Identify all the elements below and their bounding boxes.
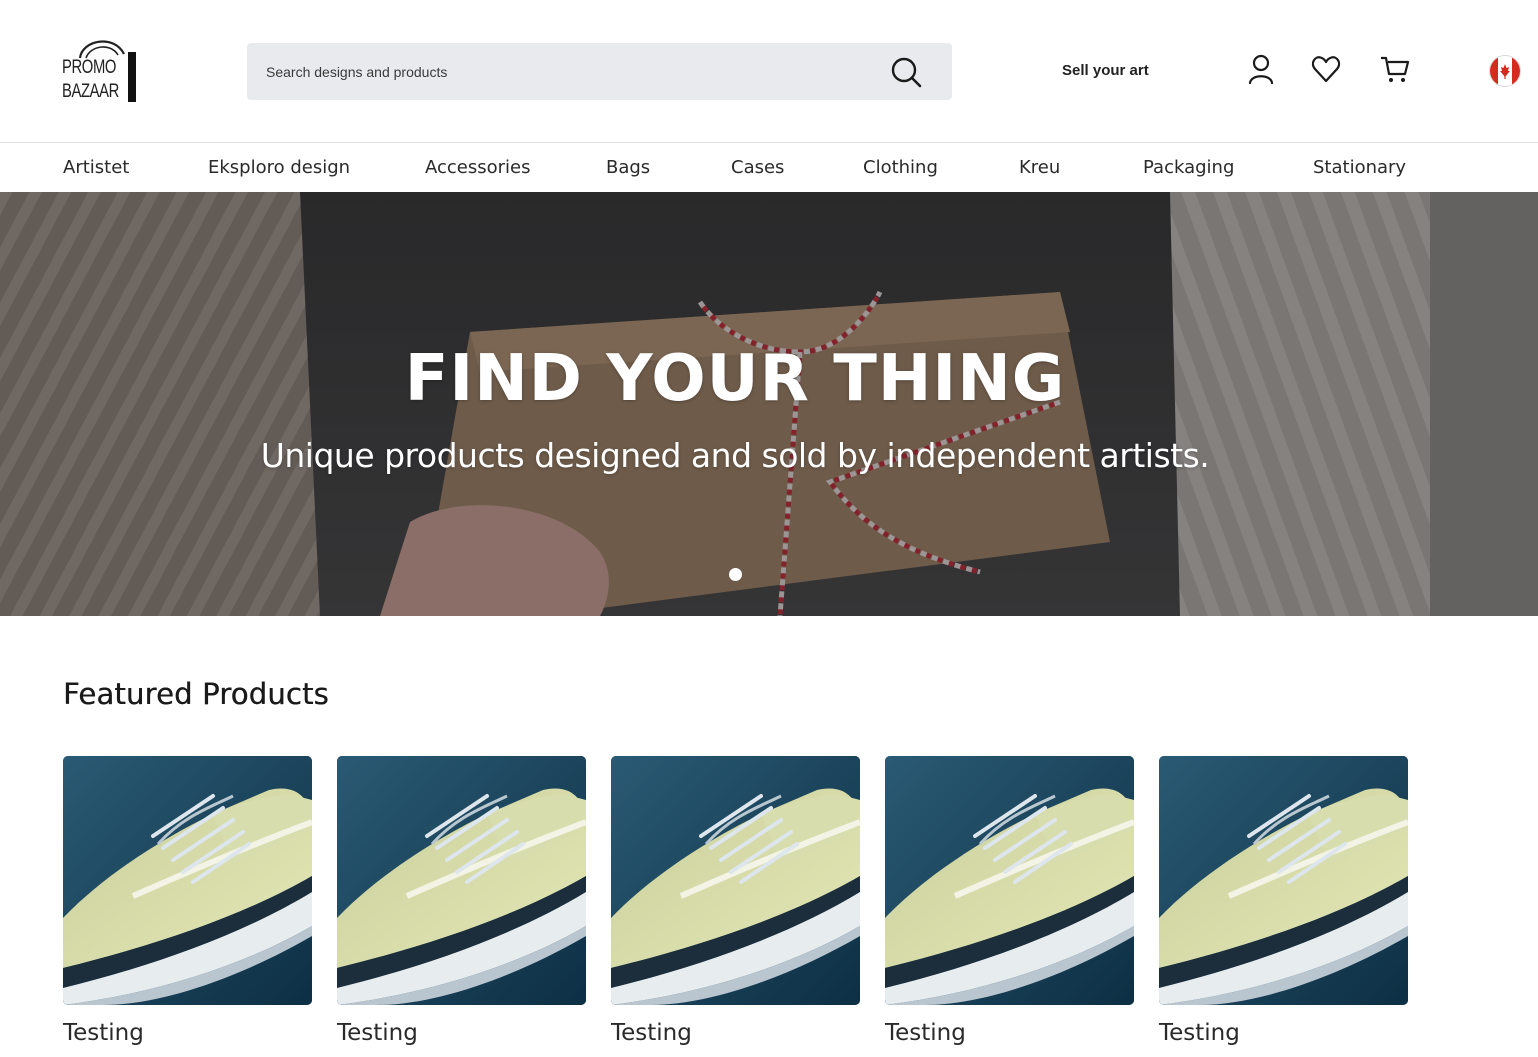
nav-item-accessories[interactable]: Accessories	[425, 157, 531, 178]
promo-bazaar-logo[interactable]: PROMO BAZAAR	[62, 36, 140, 104]
product-name[interactable]: Testing	[337, 1020, 586, 1046]
account-button[interactable]	[1246, 54, 1276, 84]
sneaker-photo	[337, 756, 586, 1005]
product-card[interactable]: Testing	[337, 756, 586, 1046]
product-name[interactable]: Testing	[885, 1020, 1134, 1046]
featured-products-heading: Featured Products	[63, 677, 329, 711]
country-selector[interactable]	[1490, 56, 1520, 86]
product-name[interactable]: Testing	[611, 1020, 860, 1046]
nav-item-eksploro[interactable]: Eksploro design	[208, 157, 350, 178]
category-nav: Artistet Eksploro design Accessories Bag…	[0, 144, 1538, 192]
hero-title: FIND YOUR THING	[404, 342, 1066, 416]
product-card[interactable]: Testing	[885, 756, 1134, 1046]
search-input[interactable]	[247, 43, 877, 100]
hero-banner: FIND YOUR THING Unique products designed…	[0, 192, 1538, 616]
logo-line-2: BAZAAR	[62, 81, 119, 102]
search-bar	[247, 43, 952, 100]
canada-flag-icon	[1490, 56, 1520, 86]
product-image[interactable]	[611, 756, 860, 1005]
product-card[interactable]: Testing	[63, 756, 312, 1046]
nav-item-kreu[interactable]: Kreu	[1019, 157, 1060, 178]
nav-item-artistet[interactable]: Artistet	[63, 157, 129, 178]
hero-subtitle: Unique products designed and sold by ind…	[260, 436, 1210, 475]
nav-item-packaging[interactable]: Packaging	[1143, 157, 1234, 178]
cart-button[interactable]	[1380, 54, 1410, 84]
carousel-dot-active[interactable]	[729, 568, 742, 581]
product-image[interactable]	[885, 756, 1134, 1005]
nav-item-clothing[interactable]: Clothing	[863, 157, 938, 178]
sneaker-photo	[611, 756, 860, 1005]
product-image[interactable]	[63, 756, 312, 1005]
sneaker-photo	[1159, 756, 1408, 1005]
nav-item-cases[interactable]: Cases	[731, 157, 784, 178]
product-name[interactable]: Testing	[63, 1020, 312, 1046]
search-icon	[891, 57, 922, 88]
nav-item-stationary[interactable]: Stationary	[1313, 157, 1406, 178]
cart-icon	[1381, 56, 1410, 82]
search-button[interactable]	[889, 55, 923, 89]
product-card[interactable]: Testing	[1159, 756, 1408, 1046]
sneaker-photo	[63, 756, 312, 1005]
logo-line-1: PROMO	[62, 57, 117, 78]
site-header: PROMO BAZAAR Sell your art	[0, 0, 1538, 143]
product-name[interactable]: Testing	[1159, 1020, 1408, 1046]
wishlist-button[interactable]	[1311, 54, 1341, 84]
user-icon	[1248, 54, 1274, 84]
product-image[interactable]	[337, 756, 586, 1005]
nav-item-bags[interactable]: Bags	[606, 157, 650, 178]
sneaker-photo	[885, 756, 1134, 1005]
heart-icon	[1311, 56, 1341, 83]
product-card[interactable]: Testing	[611, 756, 860, 1046]
product-image[interactable]	[1159, 756, 1408, 1005]
sell-your-art-link[interactable]: Sell your art	[1062, 62, 1149, 79]
